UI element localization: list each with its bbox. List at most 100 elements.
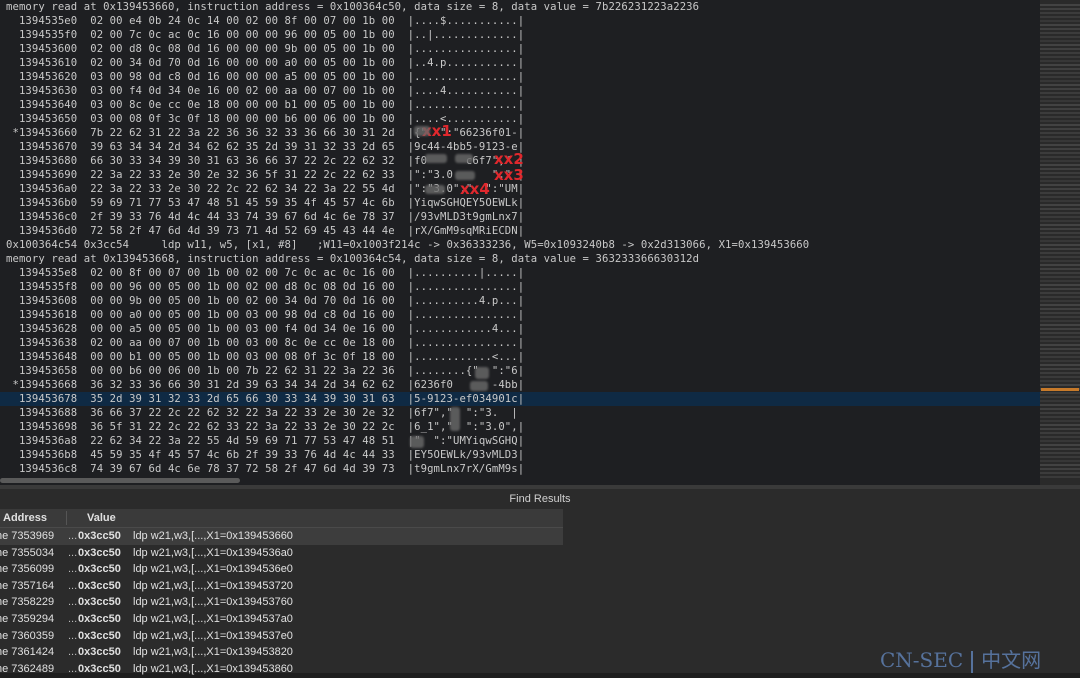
trace-line[interactable]: 0x100364c54 0x3cc54 ldp w11, w5, [x1, #8… <box>6 238 809 252</box>
minimap-line <box>1040 288 1080 290</box>
trace-line[interactable]: 1394536a8 22 62 34 22 3a 22 55 4d 59 69 … <box>6 434 524 448</box>
find-result-row[interactable]: ne 7353969... 0x3cc50 ldp w21,w3,[...,X1=0… <box>0 528 563 545</box>
minimap-line <box>1040 108 1080 110</box>
minimap-line <box>1040 256 1080 258</box>
trace-line[interactable]: 139453698 36 5f 31 22 2c 22 62 33 22 3a … <box>6 420 524 434</box>
trace-line[interactable]: 1394536b8 45 59 35 4f 45 57 4c 6b 2f 39 … <box>6 448 524 462</box>
minimap-line <box>1040 80 1080 82</box>
trace-line[interactable]: 139453620 03 00 98 0d c8 0d 16 00 00 00 … <box>6 70 524 84</box>
find-result-row[interactable]: ne 7359294... 0x3cc50 ldp w21,w3,[...,X1=0… <box>0 611 563 628</box>
result-address: ne 7358229 <box>0 596 55 609</box>
minimap-line <box>1040 292 1080 294</box>
minimap-line <box>1040 260 1080 262</box>
minimap-line <box>1040 112 1080 114</box>
trace-line-text: 139453600 02 00 d8 0c 08 0d 16 00 00 00 … <box>6 43 525 55</box>
find-result-row[interactable]: ne 7362489... 0x3cc50 ldp w21,w3,[...,X1=0… <box>0 661 563 678</box>
minimap-line <box>1040 136 1080 138</box>
minimap-line <box>1040 220 1080 222</box>
trace-line[interactable]: 1394535e0 02 00 e4 0b 24 0c 14 00 02 00 … <box>6 14 524 28</box>
minimap-line <box>1040 472 1080 474</box>
trace-line[interactable]: 139453608 00 00 9b 00 05 00 1b 00 02 00 … <box>6 294 524 308</box>
find-result-row[interactable]: ne 7361424... 0x3cc50 ldp w21,w3,[...,X1=0… <box>0 644 563 661</box>
minimap-line <box>1040 328 1080 330</box>
result-address: ne 7360359 <box>0 629 55 642</box>
trace-line[interactable]: 139453610 02 00 34 0d 70 0d 16 00 00 00 … <box>6 56 524 70</box>
trace-line[interactable]: 1394535e8 02 00 8f 00 07 00 1b 00 02 00 … <box>6 266 524 280</box>
minimap-line <box>1040 428 1080 430</box>
minimap-line <box>1040 340 1080 342</box>
minimap-line <box>1040 96 1080 98</box>
minimap-line <box>1040 208 1080 210</box>
result-value: ldp w21,w3,[...,X1=0x139453660 <box>133 530 293 542</box>
result-address: ne 7355034 <box>0 546 55 559</box>
trace-line[interactable]: 139453638 02 00 aa 00 07 00 1b 00 03 00 … <box>6 336 524 350</box>
minimap-line <box>1040 296 1080 298</box>
minimap-line <box>1040 180 1080 182</box>
watermark-left: CN-SEC <box>880 648 964 672</box>
trace-line[interactable]: 139453648 00 00 b1 00 05 00 1b 00 03 00 … <box>6 350 524 364</box>
trace-line[interactable]: 139453630 03 00 f4 0d 34 0e 16 00 02 00 … <box>6 84 524 98</box>
column-divider[interactable] <box>66 511 67 525</box>
minimap-line <box>1040 164 1080 166</box>
trace-line[interactable]: 1394535f8 00 00 96 00 05 00 1b 00 02 00 … <box>6 280 524 294</box>
result-value: ldp w21,w3,[...,X1=0x139453820 <box>133 646 293 659</box>
trace-line[interactable]: memory read at 0x139453668, instruction … <box>6 252 699 266</box>
result-ellipsis: ... <box>68 579 78 592</box>
trace-line[interactable]: *139453668 36 32 33 36 66 30 31 2d 39 63… <box>6 378 524 392</box>
minimap-line <box>1040 400 1080 402</box>
minimap-line <box>1040 264 1080 266</box>
minimap-line <box>1040 304 1080 306</box>
find-result-row[interactable]: ne 7358229... 0x3cc50 ldp w21,w3,[...,X1=0… <box>0 594 563 611</box>
result-offset: 0x3cc50 <box>78 613 121 625</box>
horizontal-scrollbar[interactable] <box>0 478 240 483</box>
minimap-line <box>1040 20 1080 22</box>
minimap-line <box>1040 248 1080 250</box>
trace-line[interactable]: 139453640 03 00 8c 0e cc 0e 18 00 00 00 … <box>6 98 524 112</box>
column-header-value[interactable]: Value <box>87 509 116 527</box>
trace-line-text: 139453628 00 00 a5 00 05 00 1b 00 03 00 … <box>6 323 525 335</box>
minimap-line <box>1040 100 1080 102</box>
trace-line[interactable]: 139453690 22 3a 22 33 2e 30 2e 32 36 5f … <box>6 168 524 182</box>
trace-line[interactable]: 1394536d0 72 58 2f 47 6d 4d 39 73 71 4d … <box>6 224 524 238</box>
trace-line[interactable]: 139453678 35 2d 39 31 32 33 2d 65 66 30 … <box>0 392 1040 406</box>
trace-line-text: 1394535f0 02 00 7c 0c ac 0c 16 00 00 00 … <box>6 29 525 41</box>
minimap-line <box>1040 72 1080 74</box>
minimap-position-marker <box>1041 388 1079 391</box>
minimap-line <box>1040 280 1080 282</box>
trace-line[interactable]: 139453618 00 00 a0 00 05 00 1b 00 03 00 … <box>6 308 524 322</box>
find-result-row[interactable]: ne 7357164... 0x3cc50 ldp w21,w3,[...,X1=0… <box>0 578 563 595</box>
minimap-line <box>1040 356 1080 358</box>
trace-line[interactable]: 139453628 00 00 a5 00 05 00 1b 00 03 00 … <box>6 322 524 336</box>
trace-line[interactable]: memory read at 0x139453660, instruction … <box>6 0 699 14</box>
column-header-address[interactable]: Address <box>3 509 47 527</box>
minimap-line <box>1040 352 1080 354</box>
trace-line[interactable]: 139453688 36 66 37 22 2c 22 62 32 22 3a … <box>6 406 518 420</box>
trace-line[interactable]: 1394535f0 02 00 7c 0c ac 0c 16 00 00 00 … <box>6 28 524 42</box>
trace-line[interactable]: 1394536b0 59 69 71 77 53 47 48 51 45 59 … <box>6 196 524 210</box>
minimap-line <box>1040 12 1080 14</box>
minimap-line <box>1040 192 1080 194</box>
minimap-line <box>1040 8 1080 10</box>
trace-line[interactable]: 139453658 00 00 b6 00 06 00 1b 00 7b 22 … <box>6 364 524 378</box>
find-result-row[interactable]: ne 7356099... 0x3cc50 ldp w21,w3,[...,X1=0… <box>0 561 563 578</box>
trace-line[interactable]: 139453600 02 00 d8 0c 08 0d 16 00 00 00 … <box>6 42 524 56</box>
result-ellipsis: ... <box>68 629 78 642</box>
minimap-line <box>1040 4 1080 6</box>
minimap-line <box>1040 392 1080 394</box>
minimap-line <box>1040 312 1080 314</box>
trace-line[interactable]: 139453670 39 63 34 34 2d 34 62 62 35 2d … <box>6 140 524 154</box>
trace-line[interactable]: 1394536c8 74 39 67 6d 4c 6e 78 37 72 58 … <box>6 462 524 476</box>
minimap-line <box>1040 460 1080 462</box>
trace-line-text: 1394535f8 00 00 96 00 05 00 1b 00 02 00 … <box>6 281 525 293</box>
trace-line[interactable]: 1394536c0 2f 39 33 76 4d 4c 44 33 74 39 … <box>6 210 524 224</box>
minimap-scrollbar[interactable] <box>1040 0 1080 485</box>
result-value: ldp w21,w3,[...,X1=0x139453860 <box>133 662 293 675</box>
trace-line[interactable]: 1394536a0 22 3a 22 33 2e 30 22 2c 22 62 … <box>6 182 524 196</box>
minimap-line <box>1040 424 1080 426</box>
find-result-row[interactable]: ne 7360359... 0x3cc50 ldp w21,w3,[...,X1=0… <box>0 628 563 645</box>
trace-line-text: 1394536b0 59 69 71 77 53 47 48 51 45 59 … <box>6 197 525 209</box>
find-result-row[interactable]: ne 7355034... 0x3cc50 ldp w21,w3,[...,X1=0… <box>0 545 563 562</box>
minimap-line <box>1040 272 1080 274</box>
trace-log-panel[interactable]: memory read at 0x139453660, instruction … <box>0 0 1040 485</box>
result-offset: 0x3cc50 <box>78 646 121 659</box>
